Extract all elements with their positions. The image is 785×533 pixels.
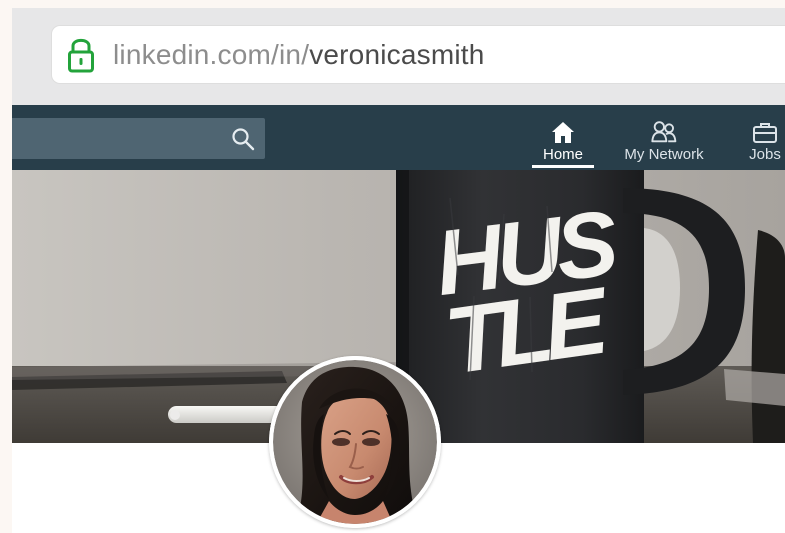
nav-home-label: Home	[542, 146, 583, 163]
nav-my-network-label: My Network	[624, 146, 704, 163]
linkedin-navbar: Home My Network Jobs	[12, 105, 785, 170]
nav-my-network-tab[interactable]: My Network	[616, 105, 712, 170]
url-path: veronicasmith	[309, 39, 485, 70]
linkedin-profile-screenshot: linkedin.com/in/veronicasmith Home My Ne…	[0, 0, 785, 533]
profile-avatar[interactable]	[269, 356, 441, 528]
nav-jobs-label: Jobs	[749, 146, 781, 163]
nav-jobs-tab[interactable]: Jobs	[739, 105, 785, 170]
search-icon[interactable]	[231, 127, 255, 151]
url-text: linkedin.com/in/veronicasmith	[113, 38, 485, 72]
address-bar[interactable]: linkedin.com/in/veronicasmith	[52, 26, 785, 83]
nav-home-tab[interactable]: Home	[532, 105, 594, 170]
lock-icon	[68, 38, 94, 73]
network-icon	[651, 121, 677, 143]
briefcase-icon	[753, 123, 777, 143]
home-icon	[552, 122, 574, 143]
search-input[interactable]	[12, 118, 265, 159]
url-domain: linkedin.com/in/	[113, 39, 310, 70]
browser-chrome: linkedin.com/in/veronicasmith	[12, 8, 785, 105]
